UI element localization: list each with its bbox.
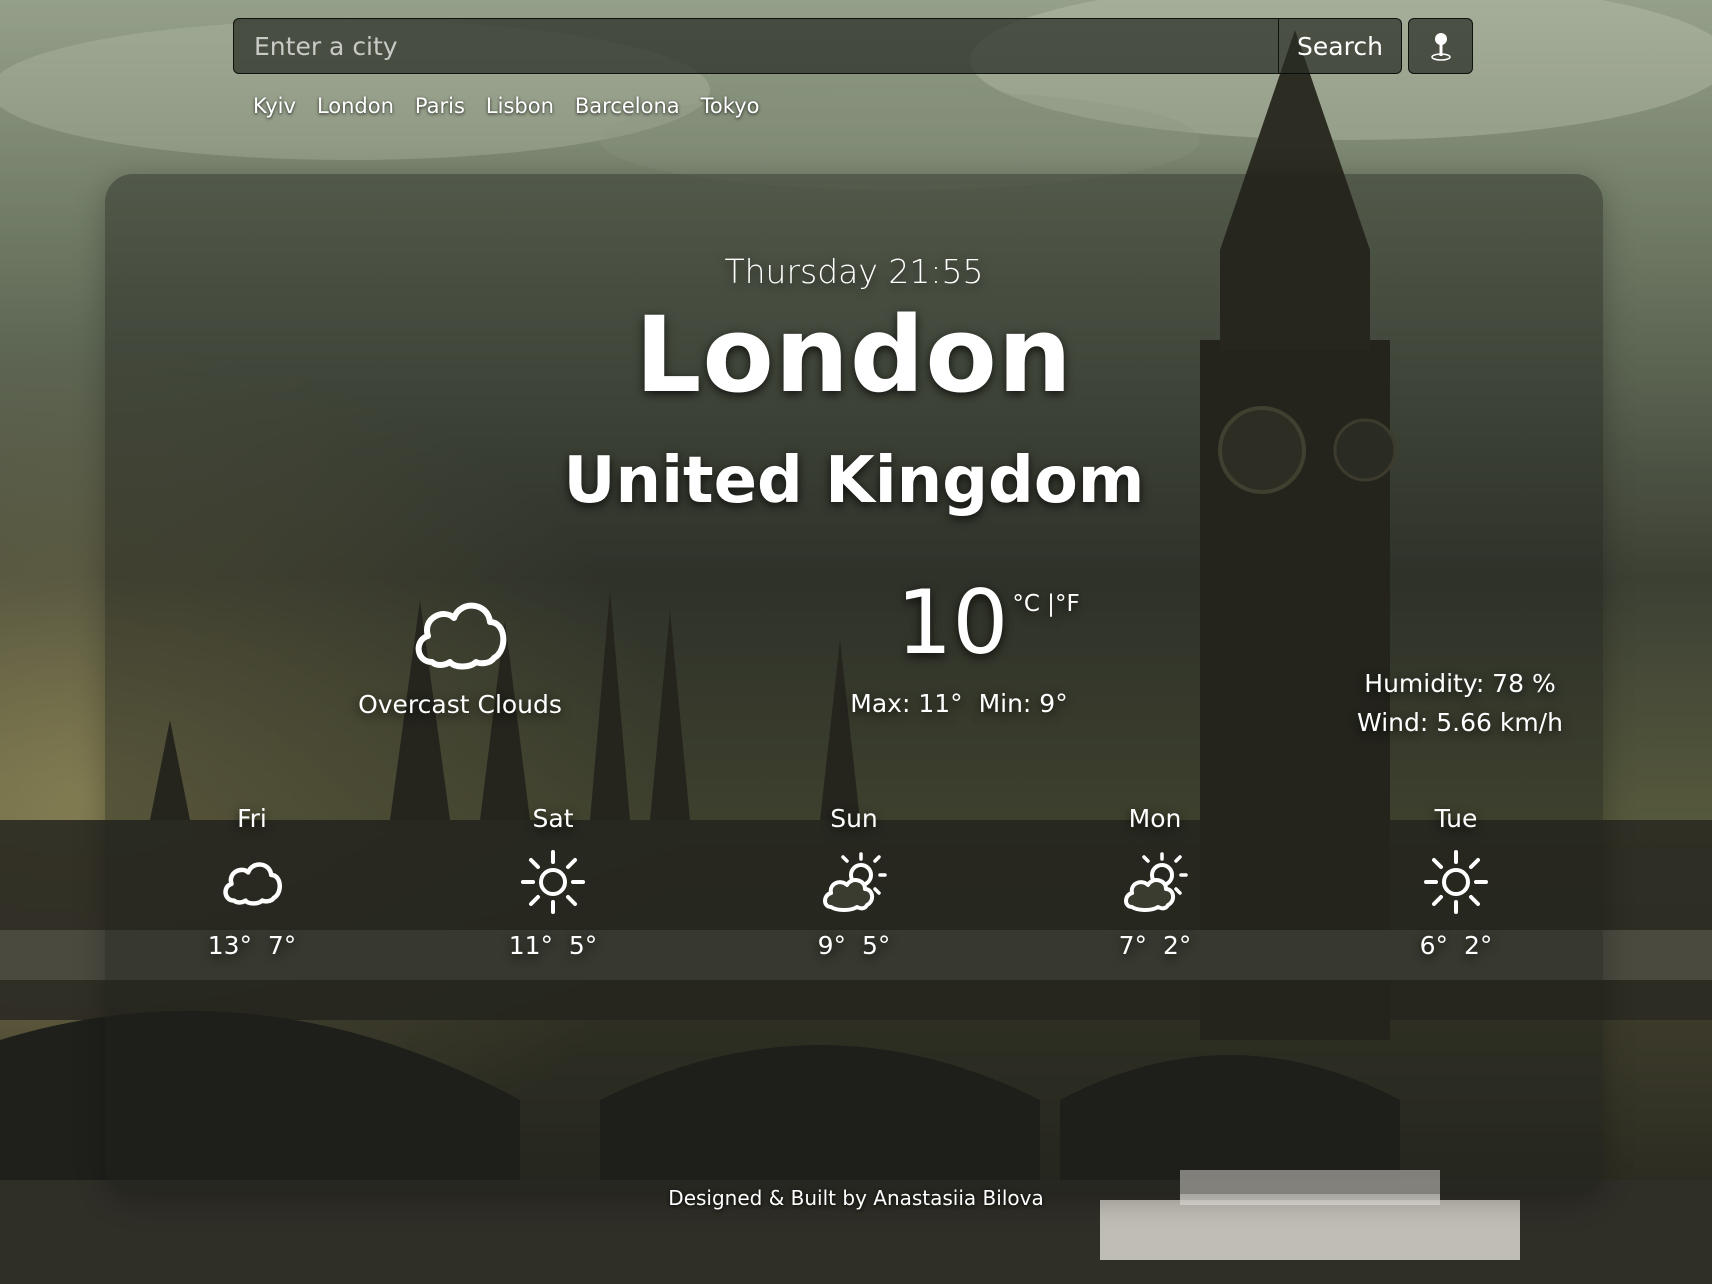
forecast-day: Mon 7° 2° <box>1055 804 1255 960</box>
city-search-input[interactable] <box>233 18 1279 74</box>
forecast-min: 2° <box>1162 931 1192 960</box>
city-link-barcelona[interactable]: Barcelona <box>575 94 680 118</box>
city-name: London <box>635 294 1073 416</box>
celsius-toggle[interactable]: °C <box>1012 591 1040 617</box>
weather-card: Thursday 21:55 London United Kingdom Ove… <box>105 174 1603 1194</box>
forecast-min: 7° <box>267 931 297 960</box>
city-link-kyiv[interactable]: Kyiv <box>253 94 296 118</box>
daily-forecast: Fri 13° 7° Sat 11° 5° Sun 9° 5° Mon 7° 2… <box>105 804 1603 1004</box>
city-link-paris[interactable]: Paris <box>415 94 465 118</box>
current-temperature: 10 <box>896 571 1009 674</box>
current-condition: Overcast Clouds <box>265 592 655 719</box>
sun-icon <box>1424 850 1488 914</box>
forecast-max: 11° <box>508 931 553 960</box>
unit-separator: | <box>1039 591 1055 617</box>
quick-city-links: Kyiv London Paris Lisbon Barcelona Tokyo <box>253 94 759 118</box>
search-button[interactable]: Search <box>1279 18 1402 74</box>
current-location-button[interactable] <box>1408 18 1473 74</box>
max-min: Max: 11° Min: 9° <box>705 689 1213 718</box>
city-link-tokyo[interactable]: Tokyo <box>701 94 760 118</box>
condition-label: Overcast Clouds <box>358 690 562 719</box>
forecast-day: Tue 6° 2° <box>1356 804 1556 960</box>
forecast-max: 6° <box>1419 931 1449 960</box>
sun-icon <box>521 850 585 914</box>
forecast-day: Fri 13° 7° <box>152 804 352 960</box>
forecast-min: 2° <box>1463 931 1493 960</box>
forecast-max: 7° <box>1118 931 1148 960</box>
forecast-day: Sun 9° 5° <box>754 804 954 960</box>
partly-cloudy-icon <box>1124 852 1188 912</box>
search-bar: Search <box>233 18 1475 74</box>
forecast-day-name: Mon <box>1128 804 1182 833</box>
forecast-day-name: Sun <box>830 804 878 833</box>
location-pin-icon <box>1430 33 1451 61</box>
wind-speed: Wind: 5.66 km/h <box>1357 708 1563 737</box>
forecast-max: 9° <box>817 931 847 960</box>
temperature-block: 10 °C |°F Max: 11° Min: 9° <box>705 571 1213 719</box>
min-temp: Min: 9° <box>978 689 1068 718</box>
country-name: United Kingdom <box>563 444 1145 518</box>
weather-details: Humidity: 78 % Wind: 5.66 km/h <box>1230 664 1690 742</box>
unit-toggle: °C |°F <box>1012 591 1079 617</box>
forecast-min: 5° <box>861 931 891 960</box>
city-link-london[interactable]: London <box>317 94 394 118</box>
city-link-lisbon[interactable]: Lisbon <box>486 94 554 118</box>
footer-credit: Designed & Built by Anastasiia Bilova <box>668 1186 1044 1210</box>
cloud-icon <box>223 862 282 906</box>
max-temp: Max: 11° <box>850 689 963 718</box>
forecast-day: Sat 11° 5° <box>453 804 653 960</box>
forecast-max: 13° <box>207 931 252 960</box>
humidity: Humidity: 78 % <box>1364 669 1556 698</box>
forecast-day-name: Fri <box>237 804 267 833</box>
fahrenheit-toggle[interactable]: °F <box>1055 591 1080 617</box>
date-time: Thursday 21:55 <box>724 252 984 291</box>
forecast-day-name: Sat <box>532 804 574 833</box>
forecast-min: 5° <box>568 931 598 960</box>
cloud-icon <box>415 602 507 670</box>
partly-cloudy-icon <box>823 852 887 912</box>
forecast-day-name: Tue <box>1434 804 1478 833</box>
